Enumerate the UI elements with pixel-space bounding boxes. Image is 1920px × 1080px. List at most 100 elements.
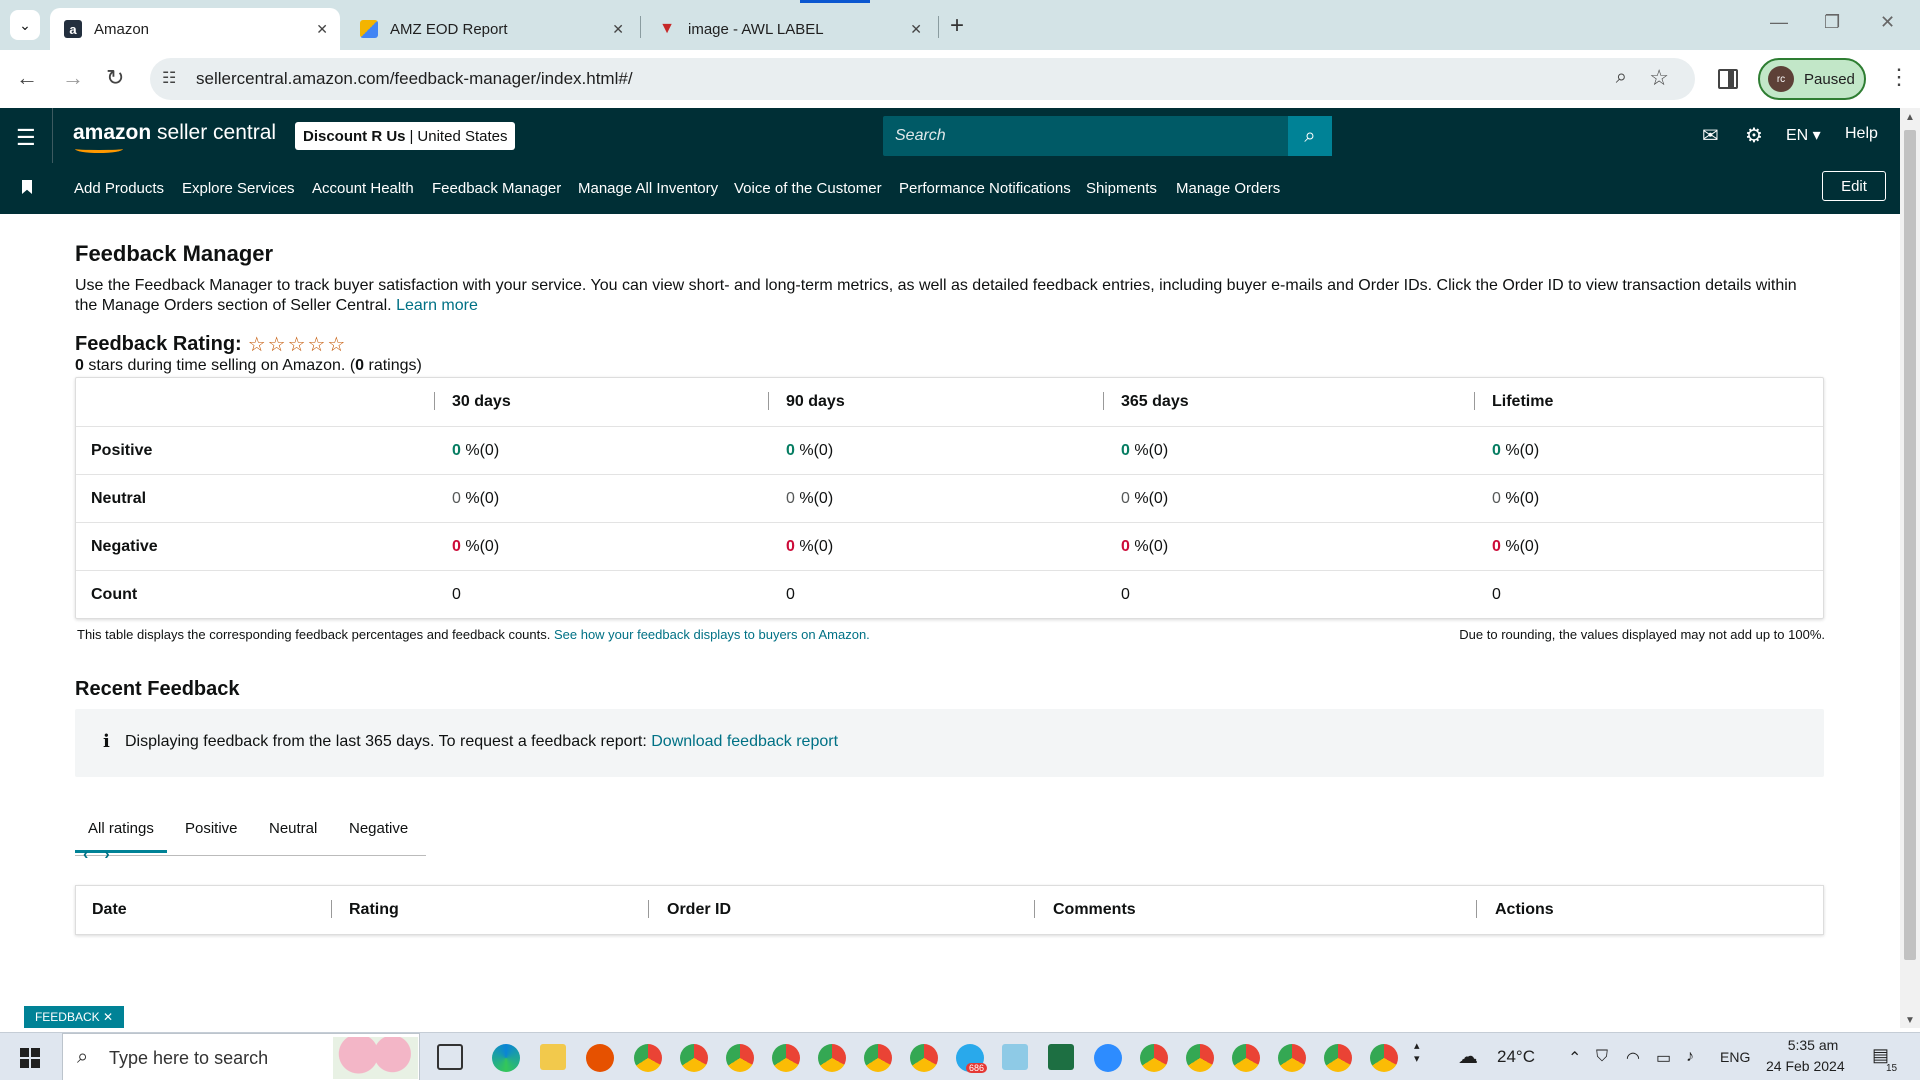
new-tab-button[interactable]: + [950, 12, 964, 40]
notes-icon[interactable] [1002, 1044, 1028, 1070]
nav-add-products[interactable]: Add Products [74, 180, 164, 197]
weather-icon[interactable]: ☁ [1458, 1044, 1478, 1069]
close-window-icon[interactable]: ✕ [1880, 12, 1895, 33]
weather-temperature[interactable]: 24°C [1497, 1047, 1535, 1067]
chrome-icon[interactable] [726, 1044, 754, 1072]
url-text[interactable]: sellercentral.amazon.com/feedback-manage… [196, 69, 633, 89]
battery-icon[interactable]: ▭ [1656, 1048, 1671, 1068]
address-bar[interactable]: ☷ sellercentral.amazon.com/feedback-mana… [150, 58, 1695, 100]
language-selector[interactable]: EN ▾ [1786, 125, 1821, 145]
nav-manage-orders[interactable]: Manage Orders [1176, 180, 1280, 197]
chrome-icon[interactable] [1324, 1044, 1352, 1072]
help-link[interactable]: Help [1845, 125, 1878, 143]
bookmark-star-icon[interactable]: ☆ [1649, 65, 1669, 91]
wifi-icon[interactable]: ◠ [1626, 1048, 1640, 1068]
scroll-up-icon[interactable]: ▲ [1905, 112, 1915, 123]
chrome-icon[interactable] [1232, 1044, 1260, 1072]
seller-central-logo[interactable]: amazon seller central [73, 121, 276, 153]
reload-icon[interactable]: ↻ [106, 65, 124, 91]
gear-icon[interactable]: ⚙ [1745, 123, 1763, 148]
browser-menu-icon[interactable]: ⋮ [1888, 64, 1910, 90]
chrome-icon[interactable] [1186, 1044, 1214, 1072]
tab-negative[interactable]: Negative [349, 820, 408, 837]
excel-icon[interactable] [1048, 1044, 1074, 1070]
column-header-date[interactable]: Date [92, 901, 127, 919]
forward-icon[interactable]: → [62, 65, 84, 91]
download-feedback-report-link[interactable]: Download feedback report [651, 733, 838, 750]
chrome-icon[interactable] [1370, 1044, 1398, 1072]
scrollbar-thumb[interactable] [1904, 130, 1916, 960]
chrome-icon[interactable] [910, 1044, 938, 1072]
nav-manage-all-inventory[interactable]: Manage All Inventory [578, 180, 718, 197]
column-header-lifetime: Lifetime [1492, 393, 1554, 410]
column-header-rating[interactable]: Rating [349, 901, 399, 919]
back-icon[interactable]: ← [16, 65, 38, 91]
feedback-widget-button[interactable]: FEEDBACK ✕ [24, 1006, 124, 1028]
clock-time[interactable]: 5:35 am [1778, 1037, 1848, 1053]
clock-date[interactable]: 24 Feb 2024 [1766, 1058, 1845, 1074]
tab-awl-label[interactable]: ▼ image - AWL LABEL ✕ [644, 8, 934, 50]
nav-explore-services[interactable]: Explore Services [182, 180, 295, 197]
tab-amazon[interactable]: a Amazon ✕ [50, 8, 340, 50]
security-icon[interactable]: ⛉ [1596, 1048, 1608, 1066]
profile-button[interactable]: rc Paused [1758, 58, 1866, 100]
table-cell: 0 %(0) [1492, 538, 1540, 555]
show-hidden-icons-icon[interactable]: ⌃ [1568, 1048, 1581, 1068]
chrome-icon[interactable] [772, 1044, 800, 1072]
chevron-right-icon[interactable]: › [104, 846, 109, 863]
close-icon[interactable]: ✕ [910, 21, 922, 38]
store-region: United States [417, 127, 508, 145]
chevron-left-icon[interactable]: ‹ [83, 846, 88, 863]
nav-account-health[interactable]: Account Health [312, 180, 414, 197]
column-header-actions[interactable]: Actions [1495, 901, 1554, 919]
scroll-down-icon[interactable]: ▼ [1905, 1015, 1915, 1026]
site-info-icon[interactable]: ☷ [162, 68, 176, 88]
file-explorer-icon[interactable] [540, 1044, 566, 1070]
language-indicator[interactable]: ENG [1720, 1049, 1750, 1065]
close-icon[interactable]: ✕ [612, 21, 624, 38]
minimize-icon[interactable]: — [1770, 12, 1788, 33]
close-icon[interactable]: ✕ [103, 1010, 113, 1024]
nav-feedback-manager[interactable]: Feedback Manager [432, 180, 561, 197]
nav-voice-of-the-customer[interactable]: Voice of the Customer [734, 180, 882, 197]
learn-more-link[interactable]: Learn more [396, 297, 478, 314]
edge-icon[interactable] [492, 1044, 520, 1072]
edit-nav-button[interactable]: Edit [1822, 171, 1886, 201]
close-icon[interactable]: ✕ [316, 21, 328, 38]
store-selector[interactable]: Discount R Us | United States [295, 122, 516, 150]
zoom-icon[interactable]: ⌕ [1616, 66, 1627, 89]
chrome-icon[interactable] [1278, 1044, 1306, 1072]
nav-performance-notifications[interactable]: Performance Notifications [899, 180, 1071, 197]
column-header-order-id[interactable]: Order ID [667, 901, 731, 919]
nav-shipments[interactable]: Shipments [1086, 180, 1157, 197]
page-scrollbar[interactable]: ▲ ▼ [1900, 108, 1920, 1028]
chrome-icon[interactable] [818, 1044, 846, 1072]
tab-search-button[interactable]: ⌄ [10, 10, 40, 40]
snipping-tool-icon[interactable] [586, 1044, 614, 1072]
buyer-display-link[interactable]: See how your feedback displays to buyers… [554, 627, 870, 642]
taskbar-search[interactable]: ⌕ Type here to search [62, 1033, 420, 1080]
windows-start-icon[interactable] [20, 1048, 40, 1068]
search-button[interactable]: ⌕ [1288, 116, 1332, 156]
tab-all-ratings[interactable]: All ratings [75, 820, 167, 853]
tab-amz-eod-report[interactable]: AMZ EOD Report ✕ [346, 8, 636, 50]
chrome-icon[interactable] [864, 1044, 892, 1072]
restore-icon[interactable]: ❐ [1824, 12, 1840, 33]
column-header-comments[interactable]: Comments [1053, 901, 1136, 919]
chrome-icon[interactable] [1140, 1044, 1168, 1072]
taskbar-scroll-icon[interactable]: ▴ ▾ [1414, 1039, 1420, 1065]
chrome-icon[interactable] [680, 1044, 708, 1072]
sheets-icon [360, 20, 378, 38]
search-input[interactable] [883, 116, 1288, 156]
chrome-icon[interactable] [634, 1044, 662, 1072]
side-panel-icon[interactable] [1718, 69, 1738, 89]
hamburger-menu-icon[interactable]: ☰ [16, 125, 36, 151]
bookmark-icon[interactable] [22, 180, 32, 194]
tab-positive[interactable]: Positive [185, 820, 238, 837]
zoom-icon[interactable] [1094, 1044, 1122, 1072]
tab-title: Amazon [94, 20, 150, 38]
tab-neutral[interactable]: Neutral [269, 820, 317, 837]
mail-icon[interactable]: ✉ [1702, 123, 1719, 148]
volume-icon[interactable]: ♪ [1686, 1048, 1694, 1066]
task-view-icon[interactable] [437, 1044, 463, 1070]
